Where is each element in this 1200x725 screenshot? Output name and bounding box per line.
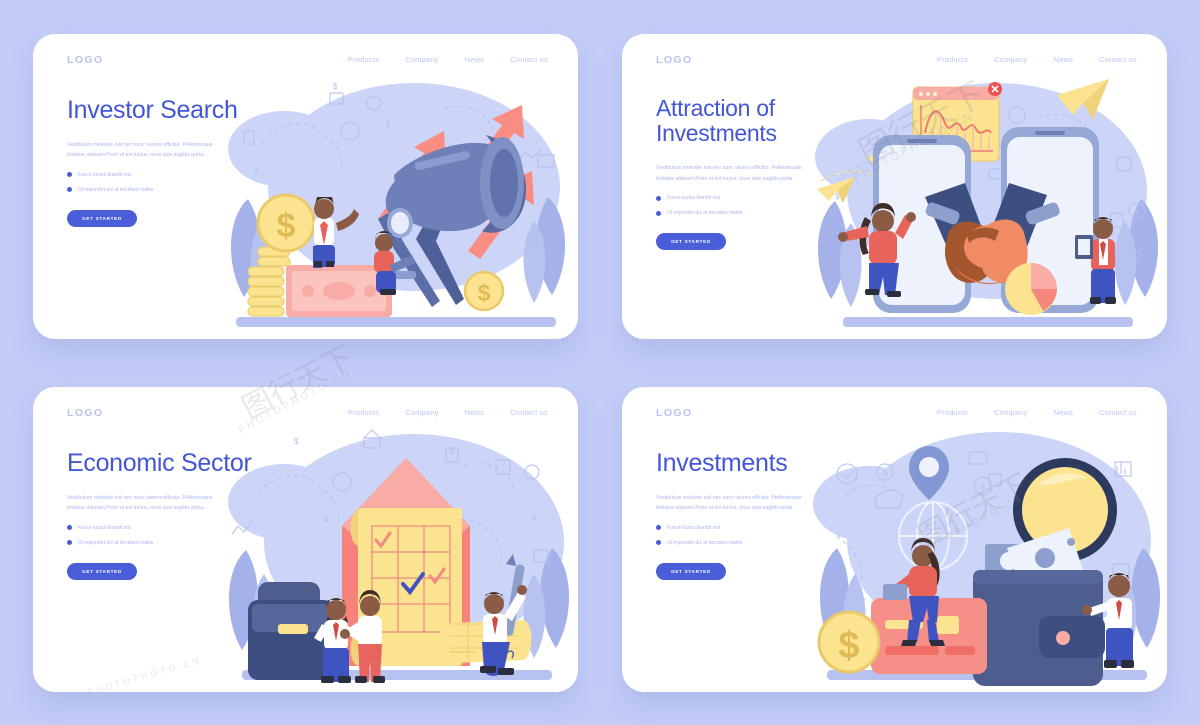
nav-item-contact-us[interactable]: Contact us <box>510 408 548 417</box>
top-nav: Products Company News Contact us <box>937 55 1137 64</box>
list-item: Ut imperdiet dui at tincidunt mattis <box>67 187 257 193</box>
svg-text:$: $ <box>333 82 338 91</box>
bullet-label: Fusce luctus blandit nisi <box>667 524 721 531</box>
svg-text:$: $ <box>324 515 329 524</box>
feature-bullet-list: Fusce luctus blandit nisi Ut imperdiet d… <box>656 195 846 216</box>
get-started-button[interactable]: GET STARTED <box>67 209 137 227</box>
card-header: LOGO Products Company News Contact us <box>67 407 548 419</box>
card-header: LOGO Products Company News Contact us <box>656 407 1137 419</box>
nav-item-news[interactable]: News <box>465 408 485 417</box>
svg-text:$: $ <box>386 120 391 129</box>
nav-item-company[interactable]: Company <box>405 408 439 417</box>
page-title: Investor Search <box>67 95 238 124</box>
page-title: Attraction of Investments <box>656 94 777 147</box>
bullet-dot-icon <box>67 187 72 193</box>
logo[interactable]: LOGO <box>656 407 693 419</box>
feature-bullet-list: Fusce luctus blandit nisi Ut imperdiet d… <box>656 525 846 546</box>
bullet-dot-icon <box>656 525 661 531</box>
list-item: Fusce luctus blandit nisi <box>67 172 257 178</box>
logo[interactable]: LOGO <box>656 54 693 66</box>
hero-paragraph: Vestibulum molestie nisl nec nunc viverr… <box>67 141 213 159</box>
list-item: Fusce luctus blandit nisi <box>656 525 846 531</box>
svg-text:$: $ <box>478 280 491 306</box>
get-started-button[interactable]: GET STARTED <box>656 562 726 580</box>
svg-text:$: $ <box>535 236 539 243</box>
svg-text:$: $ <box>294 437 299 446</box>
svg-text:$: $ <box>838 625 859 667</box>
bullet-label: Fusce luctus blandit nisi <box>667 195 721 202</box>
bullet-label: Ut imperdiet dui at tincidunt mattis <box>78 539 154 546</box>
nav-item-products[interactable]: Products <box>937 55 968 64</box>
illustration-wallet-magnifier: $ $ $ $ $ <box>807 424 1167 692</box>
feature-bullet-list: Fusce luctus blandit nisi Ut imperdiet d… <box>67 525 257 546</box>
hero-text-column: Investments Vestibulum molestie nisl nec… <box>656 449 846 580</box>
nav-item-news[interactable]: News <box>1054 408 1074 417</box>
svg-text:$: $ <box>1135 210 1139 217</box>
illustration-telescope-investors: $ $ $ $ $ $ <box>218 71 578 339</box>
bullet-label: Fusce luctus blandit nisi <box>78 171 132 178</box>
bullet-dot-icon <box>67 540 72 546</box>
list-item: Fusce luctus blandit nisi <box>656 195 846 201</box>
svg-text:$: $ <box>277 207 296 245</box>
hero-text-column: Economic Sector Vestibulum molestie nisl… <box>67 449 257 580</box>
nav-item-products[interactable]: Products <box>348 408 379 417</box>
illustration-handshake-smartphones: $ $ $ <box>807 71 1167 339</box>
bullet-dot-icon <box>67 525 72 531</box>
card-header: LOGO Products Company News Contact us <box>656 54 1137 66</box>
svg-text:$: $ <box>981 483 986 492</box>
top-nav: Products Company News Contact us <box>348 55 548 64</box>
nav-item-news[interactable]: News <box>465 55 485 64</box>
landing-page-card-grid: LOGO Products Company News Contact us In… <box>0 0 1200 725</box>
card-header: LOGO Products Company News Contact us <box>67 54 548 66</box>
nav-item-company[interactable]: Company <box>405 55 439 64</box>
logo[interactable]: LOGO <box>67 407 104 419</box>
landing-card-attraction-of-investments: LOGO Products Company News Contact us At… <box>622 33 1167 339</box>
bullet-dot-icon <box>656 540 661 546</box>
bullet-dot-icon <box>67 172 72 178</box>
get-started-button[interactable]: GET STARTED <box>656 233 726 251</box>
nav-item-contact-us[interactable]: Contact us <box>1099 408 1137 417</box>
hero-paragraph: Vestibulum molestie nisl nec nunc viverr… <box>656 494 802 512</box>
landing-card-economic-sector: LOGO Products Company News Contact us Ec… <box>33 386 578 692</box>
list-item: Ut imperdiet dui at tincidunt mattis <box>67 540 257 546</box>
nav-item-contact-us[interactable]: Contact us <box>1099 55 1137 64</box>
hero-text-column: Attraction of Investments Vestibulum mol… <box>656 94 846 251</box>
svg-text:$: $ <box>532 513 537 522</box>
list-item: Ut imperdiet dui at tincidunt mattis <box>656 210 846 216</box>
svg-text:$: $ <box>883 469 888 478</box>
page-title: Economic Sector <box>67 448 252 477</box>
hero-paragraph: Vestibulum molestie nisl nec nunc viverr… <box>67 494 213 512</box>
landing-card-investor-search: LOGO Products Company News Contact us In… <box>33 33 578 339</box>
bullet-dot-icon <box>656 195 661 201</box>
nav-item-products[interactable]: Products <box>348 55 379 64</box>
illustration-document-checklist: $ $ $ $ $ <box>218 424 578 692</box>
page-title: Investments <box>656 448 788 477</box>
svg-text:$: $ <box>450 447 455 456</box>
logo[interactable]: LOGO <box>67 54 104 66</box>
list-item: Ut imperdiet dui at tincidunt mattis <box>656 540 846 546</box>
bullet-dot-icon <box>656 210 661 216</box>
list-item: Fusce luctus blandit nisi <box>67 525 257 531</box>
bullet-label: Ut imperdiet dui at tincidunt mattis <box>667 210 743 217</box>
top-nav: Products Company News Contact us <box>348 408 548 417</box>
get-started-button[interactable]: GET STARTED <box>67 562 137 580</box>
bullet-label: Fusce luctus blandit nisi <box>78 524 132 531</box>
nav-item-company[interactable]: Company <box>994 408 1028 417</box>
hero-text-column: Investor Search Vestibulum molestie nisl… <box>67 96 257 227</box>
nav-item-news[interactable]: News <box>1054 55 1074 64</box>
bullet-label: Ut imperdiet dui at tincidunt mattis <box>667 539 743 546</box>
landing-card-investments: LOGO Products Company News Contact us In… <box>622 386 1167 692</box>
bullet-label: Ut imperdiet dui at tincidunt mattis <box>78 186 154 193</box>
feature-bullet-list: Fusce luctus blandit nisi Ut imperdiet d… <box>67 172 257 193</box>
top-nav: Products Company News Contact us <box>937 408 1137 417</box>
nav-item-company[interactable]: Company <box>994 55 1028 64</box>
nav-item-products[interactable]: Products <box>937 408 968 417</box>
nav-item-contact-us[interactable]: Contact us <box>510 55 548 64</box>
hero-paragraph: Vestibulum molestie nisl nec nunc viverr… <box>656 165 802 182</box>
